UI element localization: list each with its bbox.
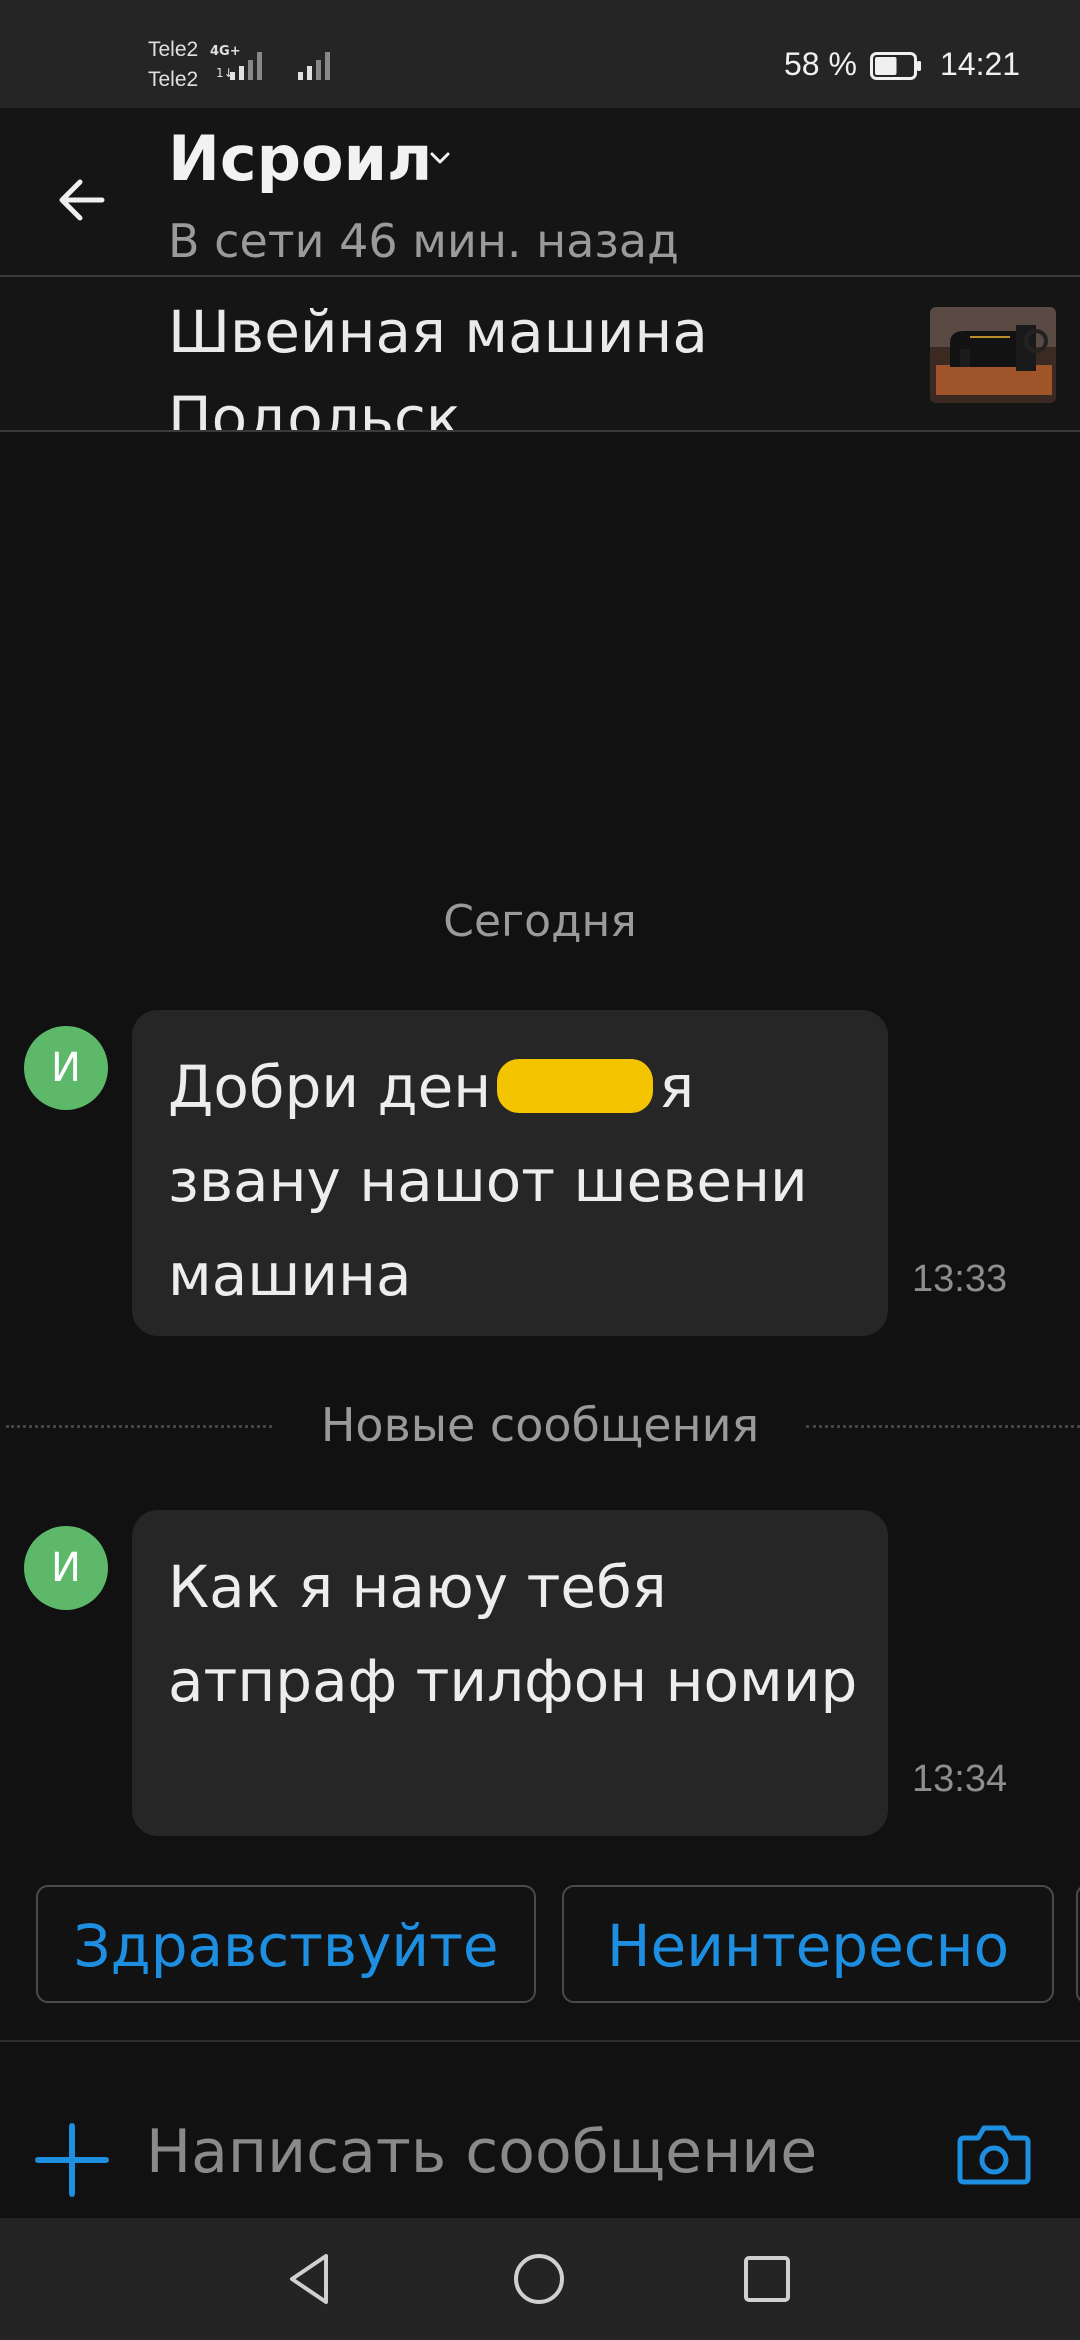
plus-icon[interactable] <box>34 2122 110 2198</box>
camera-icon[interactable] <box>954 2114 1034 2194</box>
message-bubble[interactable]: Добри ден я звану нашот шевени машина <box>132 1010 888 1336</box>
nav-home-icon[interactable] <box>506 2246 572 2312</box>
message-bubble[interactable]: Как я наюу тебя атпраф тилфон номир <box>132 1510 888 1836</box>
sewing-machine-photo <box>930 307 1056 403</box>
listing-thumbnail[interactable] <box>930 307 1056 403</box>
redaction-mark <box>497 1059 654 1113</box>
battery-percent: 58 % <box>784 46 857 82</box>
listing-divider <box>0 430 1080 432</box>
nav-recents-icon[interactable] <box>734 2246 800 2312</box>
battery-icon <box>870 52 921 80</box>
clock: 14:21 <box>940 46 1021 82</box>
listing-title[interactable]: Швейная машина Подольск <box>168 289 888 431</box>
quick-reply-button[interactable]: Неинтересно <box>562 1885 1054 2003</box>
signal-bars-icon <box>230 52 262 80</box>
quick-reply-button-partial[interactable] <box>1076 1885 1080 2003</box>
listing-preview[interactable]: Швейная машина Подольск <box>0 277 1080 431</box>
signal-bars-icon <box>298 52 330 80</box>
avatar[interactable]: И <box>24 1026 108 1110</box>
message-text-part: Добри ден <box>168 1053 492 1121</box>
system-nav-bar <box>0 2218 1080 2340</box>
chat-header: Исроил В сети 46 мин. назад <box>0 108 1080 276</box>
message-text: Как я наюу тебя атпраф тилфон номир <box>168 1553 858 1715</box>
dotted-line <box>806 1425 1080 1428</box>
chevron-down-icon[interactable] <box>426 144 454 172</box>
presence-status: В сети 46 мин. назад <box>168 214 679 268</box>
date-separator: Сегодня <box>443 896 637 947</box>
carrier-1-label: Tele2 <box>148 38 199 61</box>
message-input[interactable] <box>146 2102 866 2202</box>
message-composer <box>0 2040 1080 2220</box>
nav-back-icon[interactable] <box>278 2246 344 2312</box>
new-messages-divider: Новые сообщения <box>0 1398 1080 1454</box>
quick-reply-button[interactable]: Здравствуйте <box>36 1885 536 2003</box>
message-text: Добри ден я звану нашот шевени машина <box>168 1040 868 1322</box>
avatar[interactable]: И <box>24 1526 108 1610</box>
contact-name[interactable]: Исроил <box>168 122 432 195</box>
status-bar: Tele2 Tele2 4G+ 1↓ 58 % 14:21 <box>0 0 1080 108</box>
carrier-2-label: Tele2 <box>148 68 199 91</box>
message-time: 13:33 <box>912 1258 1008 1300</box>
message-time: 13:34 <box>912 1758 1008 1800</box>
back-arrow-icon[interactable] <box>52 168 116 232</box>
